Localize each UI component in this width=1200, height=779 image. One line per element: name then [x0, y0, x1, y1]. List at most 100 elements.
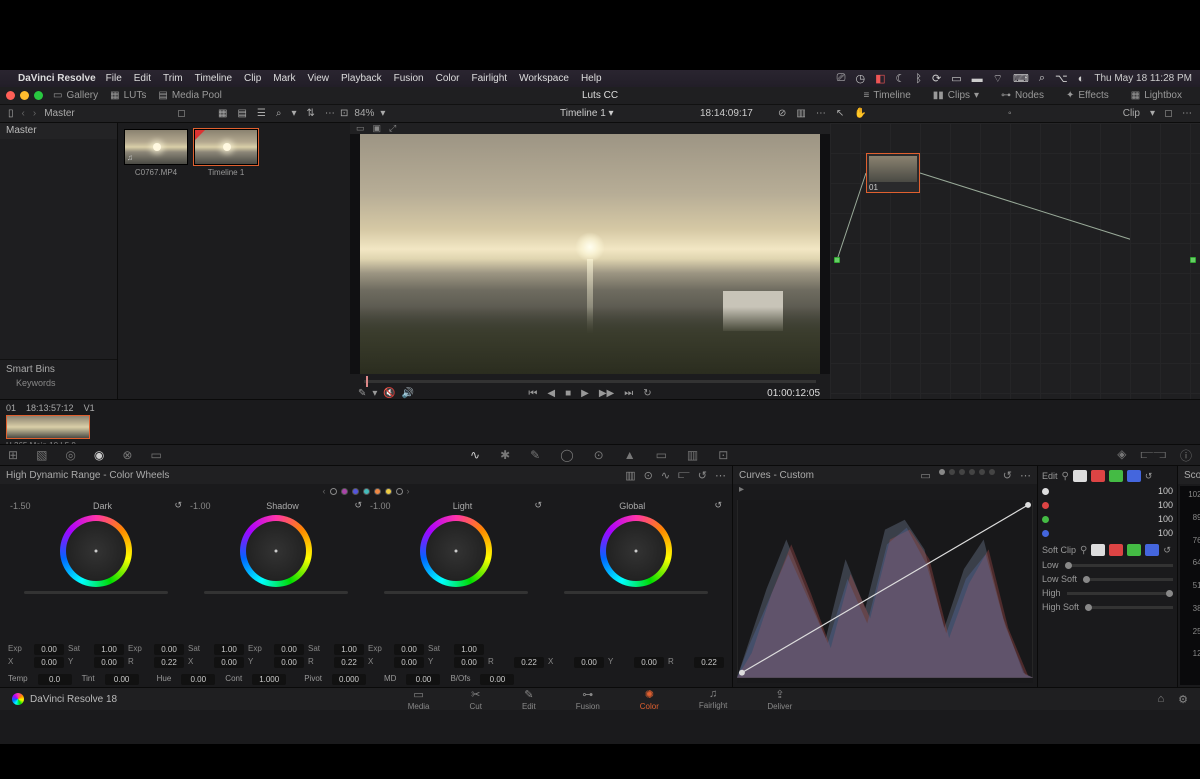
- play-head-icon[interactable]: ▸: [739, 484, 744, 495]
- g-intensity[interactable]: 100: [1158, 514, 1173, 524]
- display2-icon[interactable]: ▭: [951, 72, 961, 85]
- moon-icon[interactable]: ☾: [895, 72, 905, 85]
- shadow-range[interactable]: -1.00: [190, 501, 211, 511]
- clips-toggle[interactable]: ▮▮Clips▾: [933, 90, 979, 101]
- lowsoft-slider[interactable]: [1083, 578, 1173, 581]
- siri-icon[interactable]: ◐: [1078, 73, 1085, 85]
- graph-icon[interactable]: ∿: [661, 469, 670, 482]
- chevron-down-icon[interactable]: ▾: [1150, 108, 1155, 119]
- menu-edit[interactable]: Edit: [134, 73, 151, 84]
- keyboard-icon[interactable]: ⌨: [1013, 72, 1029, 85]
- g-channel-chip[interactable]: [1109, 470, 1123, 482]
- tab-media[interactable]: ▭Media: [408, 688, 430, 711]
- options-icon[interactable]: ⋯: [715, 469, 726, 482]
- info-icon[interactable]: ⓘ: [1180, 447, 1192, 464]
- menu-file[interactable]: File: [106, 73, 122, 84]
- low-slider[interactable]: [1065, 564, 1173, 567]
- scrub-bar[interactable]: [364, 380, 816, 383]
- zone-dot[interactable]: [374, 488, 381, 495]
- motion-icon[interactable]: ▭: [150, 448, 161, 462]
- notification-icon[interactable]: ◧: [875, 72, 885, 85]
- tab-color[interactable]: ✺Color: [640, 688, 659, 711]
- control-center-icon[interactable]: ⌥: [1055, 72, 1068, 85]
- dark-range[interactable]: -1.50: [10, 501, 31, 511]
- keywords-bin[interactable]: Keywords: [6, 378, 111, 388]
- rgb-mixer-icon[interactable]: ⊗: [122, 448, 132, 462]
- clip-dropdown[interactable]: Clip: [1123, 108, 1140, 119]
- menu-view[interactable]: View: [308, 73, 330, 84]
- menu-color[interactable]: Color: [436, 73, 460, 84]
- custom-icon[interactable]: ▭: [920, 469, 930, 482]
- pointer-tool-icon[interactable]: ↖: [836, 108, 844, 119]
- zoom-window-icon[interactable]: [34, 91, 43, 100]
- shadow-jog[interactable]: [204, 591, 348, 594]
- tracking-icon[interactable]: ⊙: [594, 448, 604, 462]
- viewer-mode-icon[interactable]: ▭: [356, 123, 365, 134]
- blur-icon[interactable]: ▭: [656, 448, 667, 462]
- menu-trim[interactable]: Trim: [163, 73, 183, 84]
- options-icon[interactable]: ⋯: [325, 108, 335, 119]
- grid-view-icon[interactable]: ▤: [237, 108, 246, 119]
- tint-val[interactable]: 0.00: [105, 674, 139, 685]
- source-timecode[interactable]: 18:14:09:17: [700, 108, 753, 119]
- play-button[interactable]: ▶: [581, 388, 589, 399]
- keyframes-icon[interactable]: ◈: [1117, 447, 1126, 464]
- wheel-reset-icon[interactable]: ⊙: [644, 469, 653, 482]
- close-window-icon[interactable]: [6, 91, 15, 100]
- wifi-icon[interactable]: ⌔: [993, 72, 1003, 86]
- global-jog[interactable]: [564, 591, 708, 594]
- battery-icon[interactable]: ▬: [972, 73, 983, 85]
- lightbox-toggle[interactable]: ▦Lightbox: [1131, 90, 1182, 101]
- search-icon[interactable]: ⌕: [276, 108, 282, 119]
- hue-val[interactable]: 0.00: [181, 674, 215, 685]
- y-channel-chip[interactable]: [1073, 470, 1087, 482]
- highlight-icon[interactable]: ▣: [373, 123, 382, 134]
- zone-dot[interactable]: [341, 488, 348, 495]
- magic-mask-icon[interactable]: ▲: [624, 448, 636, 462]
- stop-button[interactable]: ■: [565, 388, 571, 399]
- tab-edit[interactable]: ✎Edit: [522, 688, 536, 711]
- bars-icon[interactable]: ⫍: [678, 469, 690, 482]
- window-traffic-lights[interactable]: [6, 91, 43, 100]
- hand-tool-icon[interactable]: ✋: [854, 108, 866, 119]
- link-icon[interactable]: ⚲: [1062, 471, 1069, 482]
- node-keyframe-icon[interactable]: ◦: [1008, 108, 1012, 119]
- dark-jog[interactable]: [24, 591, 168, 594]
- zone-dot[interactable]: [352, 488, 359, 495]
- loop-button[interactable]: ↻: [643, 388, 651, 399]
- still-album-icon[interactable]: ▯: [8, 108, 14, 119]
- reset-icon[interactable]: ↺: [534, 500, 542, 511]
- zone-panel-icon[interactable]: ▥: [625, 469, 635, 482]
- window-icon[interactable]: ◯: [560, 448, 573, 462]
- r-channel-chip[interactable]: [1091, 470, 1105, 482]
- menu-workspace[interactable]: Workspace: [519, 73, 569, 84]
- nodes-toggle[interactable]: ⊶Nodes: [1001, 90, 1044, 101]
- light-jog[interactable]: [384, 591, 528, 594]
- fit-icon[interactable]: ⊡: [340, 108, 348, 119]
- reset-icon[interactable]: ↺: [1003, 469, 1012, 482]
- serial-node-01[interactable]: 01: [866, 153, 920, 193]
- menu-timeline[interactable]: Timeline: [195, 73, 232, 84]
- settings-button[interactable]: ⚙: [1178, 693, 1188, 706]
- warper-icon[interactable]: ✱: [500, 448, 510, 462]
- y-intensity[interactable]: 100: [1158, 486, 1173, 496]
- hdr-icon[interactable]: ◉: [94, 448, 104, 462]
- sync-icon[interactable]: ⟳: [932, 72, 941, 85]
- chevron-down-icon[interactable]: ▾: [380, 108, 385, 119]
- prev-frame-button[interactable]: ◀: [547, 388, 555, 399]
- sizing-icon[interactable]: ⊡: [718, 448, 728, 462]
- exp-val[interactable]: 0.00: [34, 644, 64, 655]
- tab-fusion[interactable]: ⊶Fusion: [576, 688, 600, 711]
- playhead-timecode[interactable]: 01:00:12:05: [767, 388, 820, 399]
- bypass-icon[interactable]: ⊘: [778, 108, 786, 119]
- sidebar-header[interactable]: Master: [0, 123, 117, 139]
- sort-icon[interactable]: ⇅: [307, 108, 315, 119]
- scopes-icon[interactable]: ⫍⫎: [1140, 447, 1166, 464]
- clock-icon[interactable]: ◷: [855, 72, 865, 85]
- sat-val[interactable]: 1.00: [94, 644, 124, 655]
- node-color-icon[interactable]: [1165, 110, 1172, 117]
- reset-icon[interactable]: ↺: [174, 500, 182, 511]
- next-frame-button[interactable]: ▶▶: [599, 388, 614, 399]
- waveform-scope[interactable]: 1023 896 768 640 512 384 256 128 0: [1180, 486, 1200, 685]
- reset-icon[interactable]: ↺: [698, 469, 707, 482]
